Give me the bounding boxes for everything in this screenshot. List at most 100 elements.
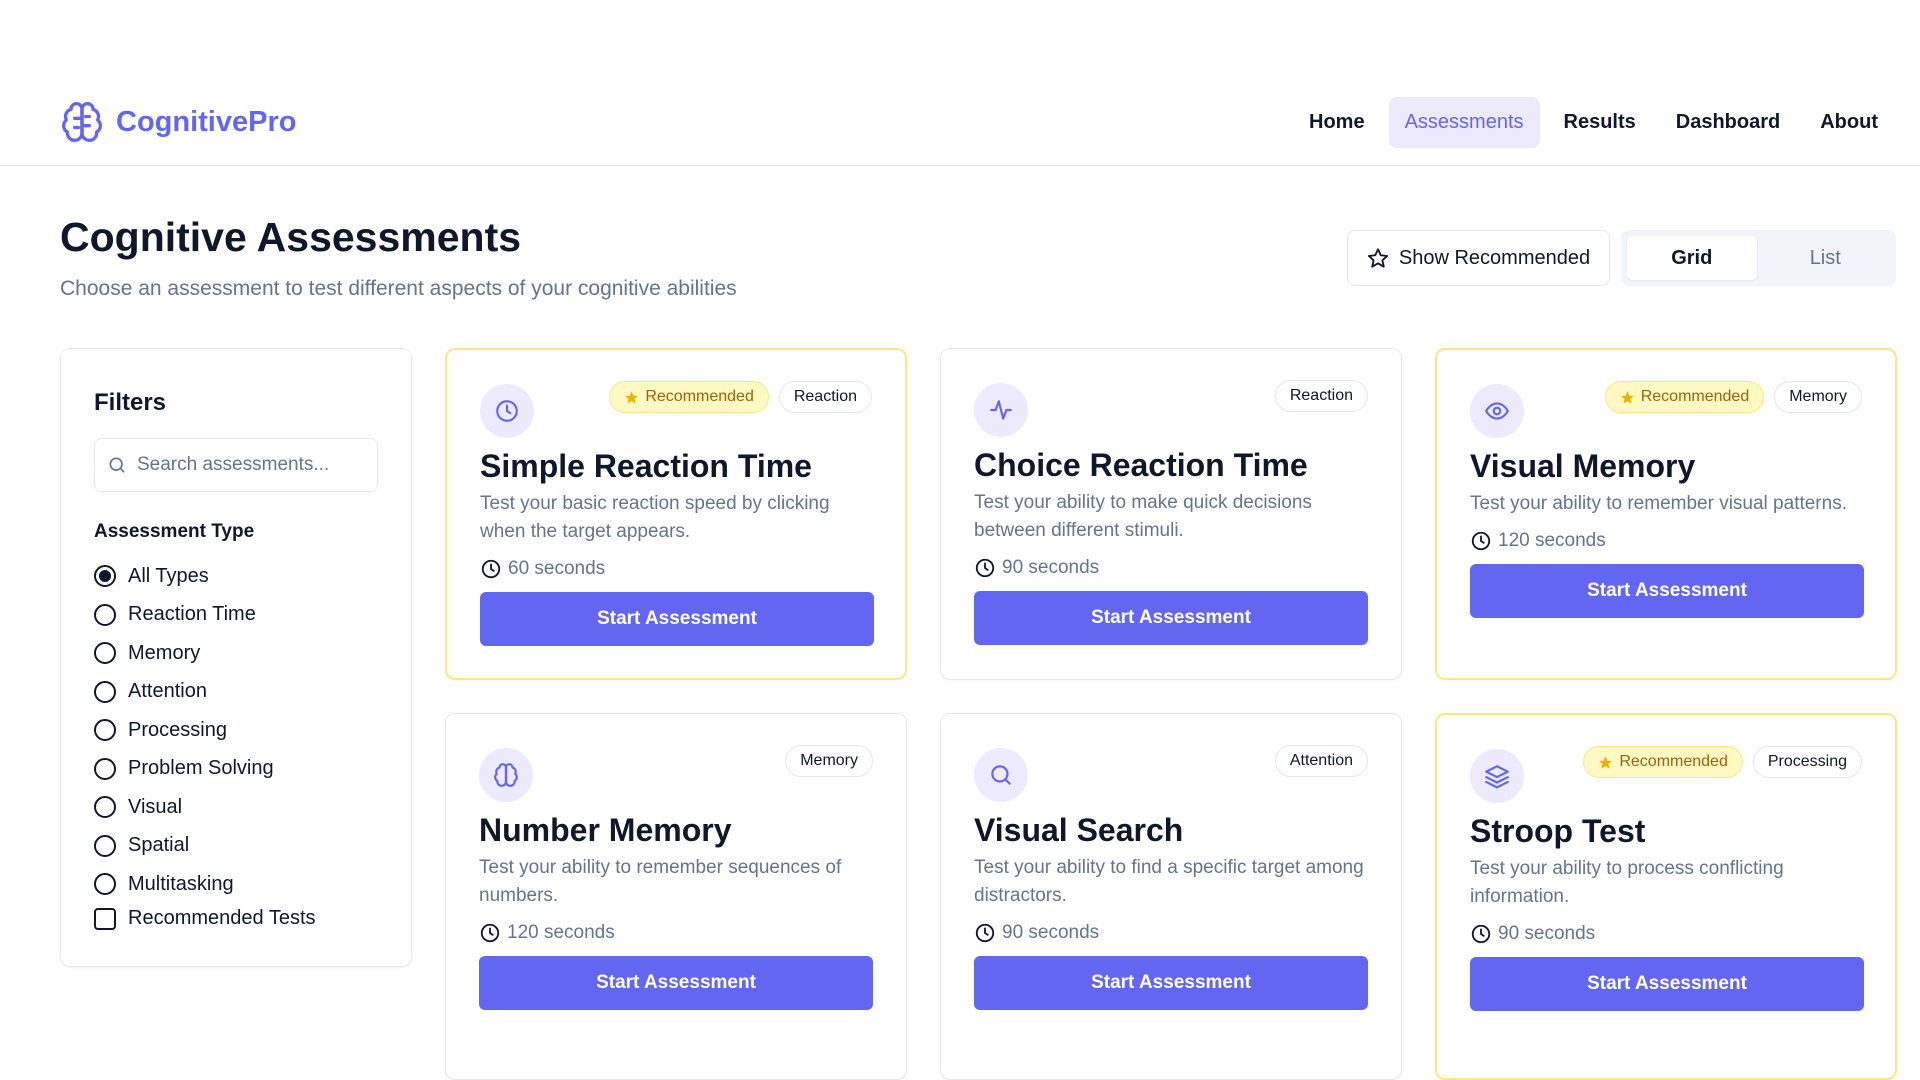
type-option-label: Visual: [128, 795, 183, 818]
type-option-visual[interactable]: Visual: [94, 788, 274, 827]
recommended-tests-filter[interactable]: Recommended Tests: [94, 907, 316, 930]
type-option-processing[interactable]: Processing: [94, 711, 274, 750]
recommended-badge: Recommended: [609, 381, 769, 413]
radio-button[interactable]: [94, 757, 116, 780]
logo[interactable]: CognitivePro: [60, 100, 296, 144]
assessment-card-visual-memory: Recommended Memory Visual Memory Test yo…: [1435, 348, 1897, 680]
start-assessment-button[interactable]: Start Assessment: [479, 956, 873, 1010]
radio-button[interactable]: [94, 680, 116, 703]
radio-button[interactable]: [94, 796, 116, 819]
duration-text: 90 seconds: [1002, 922, 1100, 943]
card-description: Test your ability to remember sequences …: [479, 857, 842, 906]
nav-about[interactable]: About: [1804, 97, 1894, 148]
card-duration: 90 seconds: [1470, 923, 1595, 945]
recommended-badge-label: Recommended: [645, 388, 754, 405]
main-nav: Home Assessments Results Dashboard About: [1293, 97, 1894, 148]
logo-text: CognitivePro: [116, 105, 297, 138]
card-badges: Memory: [785, 745, 873, 777]
type-option-label: All Types: [128, 564, 209, 587]
card-description: Test your ability to make quick decision…: [974, 492, 1312, 541]
card-duration: 60 seconds: [480, 558, 605, 580]
type-option-label: Spatial: [128, 834, 190, 857]
category-badge: Attention: [1274, 745, 1368, 777]
type-option-problem-solving[interactable]: Problem Solving: [94, 750, 274, 789]
type-option-label: Multitasking: [128, 872, 234, 895]
nav-dashboard[interactable]: Dashboard: [1660, 97, 1796, 148]
start-assessment-button[interactable]: Start Assessment: [974, 956, 1368, 1010]
card-description: Test your basic reaction speed by clicki…: [480, 493, 830, 542]
nav-assessments[interactable]: Assessments: [1388, 97, 1540, 148]
assessment-card-number-memory: Memory Number Memory Test your ability t…: [445, 713, 907, 1080]
duration-text: 60 seconds: [508, 558, 606, 579]
filters-panel: Filters Assessment Type All Types Reacti…: [60, 348, 412, 967]
assessment-card-visual-search: Attention Visual Search Test your abilit…: [940, 713, 1402, 1080]
layers-icon: [1470, 749, 1524, 803]
clock-icon: [480, 384, 534, 438]
brain-icon: [479, 748, 533, 802]
recommended-badge-label: Recommended: [1640, 388, 1750, 405]
assessment-type-label: Assessment Type: [94, 521, 255, 542]
clock-icon: [974, 922, 996, 944]
card-badges: Reaction: [1274, 380, 1368, 412]
type-option-spatial[interactable]: Spatial: [94, 827, 274, 866]
search-box: [94, 438, 378, 492]
nav-results[interactable]: Results: [1548, 97, 1652, 148]
start-assessment-button[interactable]: Start Assessment: [1470, 564, 1864, 618]
search-input[interactable]: [137, 454, 357, 476]
view-grid-button[interactable]: Grid: [1627, 236, 1757, 280]
start-assessment-button[interactable]: Start Assessment: [974, 591, 1368, 645]
assessment-type-options: All Types Reaction Time Memory Attention…: [94, 557, 274, 904]
radio-button[interactable]: [94, 642, 116, 665]
card-title: Number Memory: [479, 812, 732, 848]
top-header: CognitivePro Home Assessments Results Da…: [0, 80, 1920, 166]
star-icon: [1367, 247, 1389, 269]
card-badges: Recommended Processing: [1583, 746, 1862, 778]
assessment-card-stroop-test: Recommended Processing Stroop Test Test …: [1435, 713, 1897, 1080]
radio-button[interactable]: [94, 603, 116, 626]
type-option-label: Reaction Time: [128, 603, 256, 626]
type-option-all-types[interactable]: All Types: [94, 557, 274, 596]
start-assessment-button[interactable]: Start Assessment: [1470, 957, 1864, 1011]
card-title: Visual Memory: [1470, 448, 1696, 484]
page-subtitle: Choose an assessment to test different a…: [60, 277, 737, 300]
card-description: Test your ability to remember visual pat…: [1470, 493, 1847, 514]
type-option-attention[interactable]: Attention: [94, 673, 274, 712]
type-option-reaction-time[interactable]: Reaction Time: [94, 596, 274, 635]
assessment-card-choice-reaction-time: Reaction Choice Reaction Time Test your …: [940, 348, 1402, 680]
card-duration: 90 seconds: [974, 557, 1099, 579]
card-badges: Recommended Reaction: [609, 381, 872, 413]
star-icon: [624, 390, 639, 405]
search-icon: [107, 455, 127, 475]
radio-button[interactable]: [94, 873, 116, 896]
type-option-label: Processing: [128, 718, 227, 741]
duration-text: 90 seconds: [1498, 923, 1596, 944]
category-badge: Reaction: [1274, 380, 1368, 412]
category-badge: Memory: [785, 745, 873, 777]
radio-button[interactable]: [94, 719, 116, 742]
clock-icon: [1470, 923, 1492, 945]
type-option-label: Memory: [128, 641, 201, 664]
card-title: Simple Reaction Time: [480, 448, 812, 484]
type-option-multitasking[interactable]: Multitasking: [94, 865, 274, 904]
start-assessment-button[interactable]: Start Assessment: [480, 592, 874, 646]
recommended-checkbox[interactable]: [94, 907, 116, 930]
nav-home[interactable]: Home: [1293, 97, 1381, 148]
show-recommended-button[interactable]: Show Recommended: [1347, 230, 1610, 286]
radio-button[interactable]: [94, 834, 116, 857]
card-title: Visual Search: [974, 812, 1184, 848]
category-badge: Reaction: [778, 381, 872, 413]
card-duration: 120 seconds: [1470, 530, 1606, 552]
recommended-badge-label: Recommended: [1619, 753, 1728, 770]
clock-icon: [479, 922, 501, 944]
type-option-memory[interactable]: Memory: [94, 634, 274, 673]
type-option-label: Problem Solving: [128, 757, 274, 780]
duration-text: 120 seconds: [507, 922, 615, 943]
activity-icon: [974, 383, 1028, 437]
card-duration: 90 seconds: [974, 922, 1099, 944]
recommended-tests-label: Recommended Tests: [128, 907, 316, 929]
type-option-label: Attention: [128, 680, 207, 703]
category-badge: Processing: [1752, 746, 1862, 778]
category-badge: Memory: [1774, 381, 1862, 413]
view-list-button[interactable]: List: [1761, 236, 1891, 280]
radio-button[interactable]: [94, 565, 116, 588]
